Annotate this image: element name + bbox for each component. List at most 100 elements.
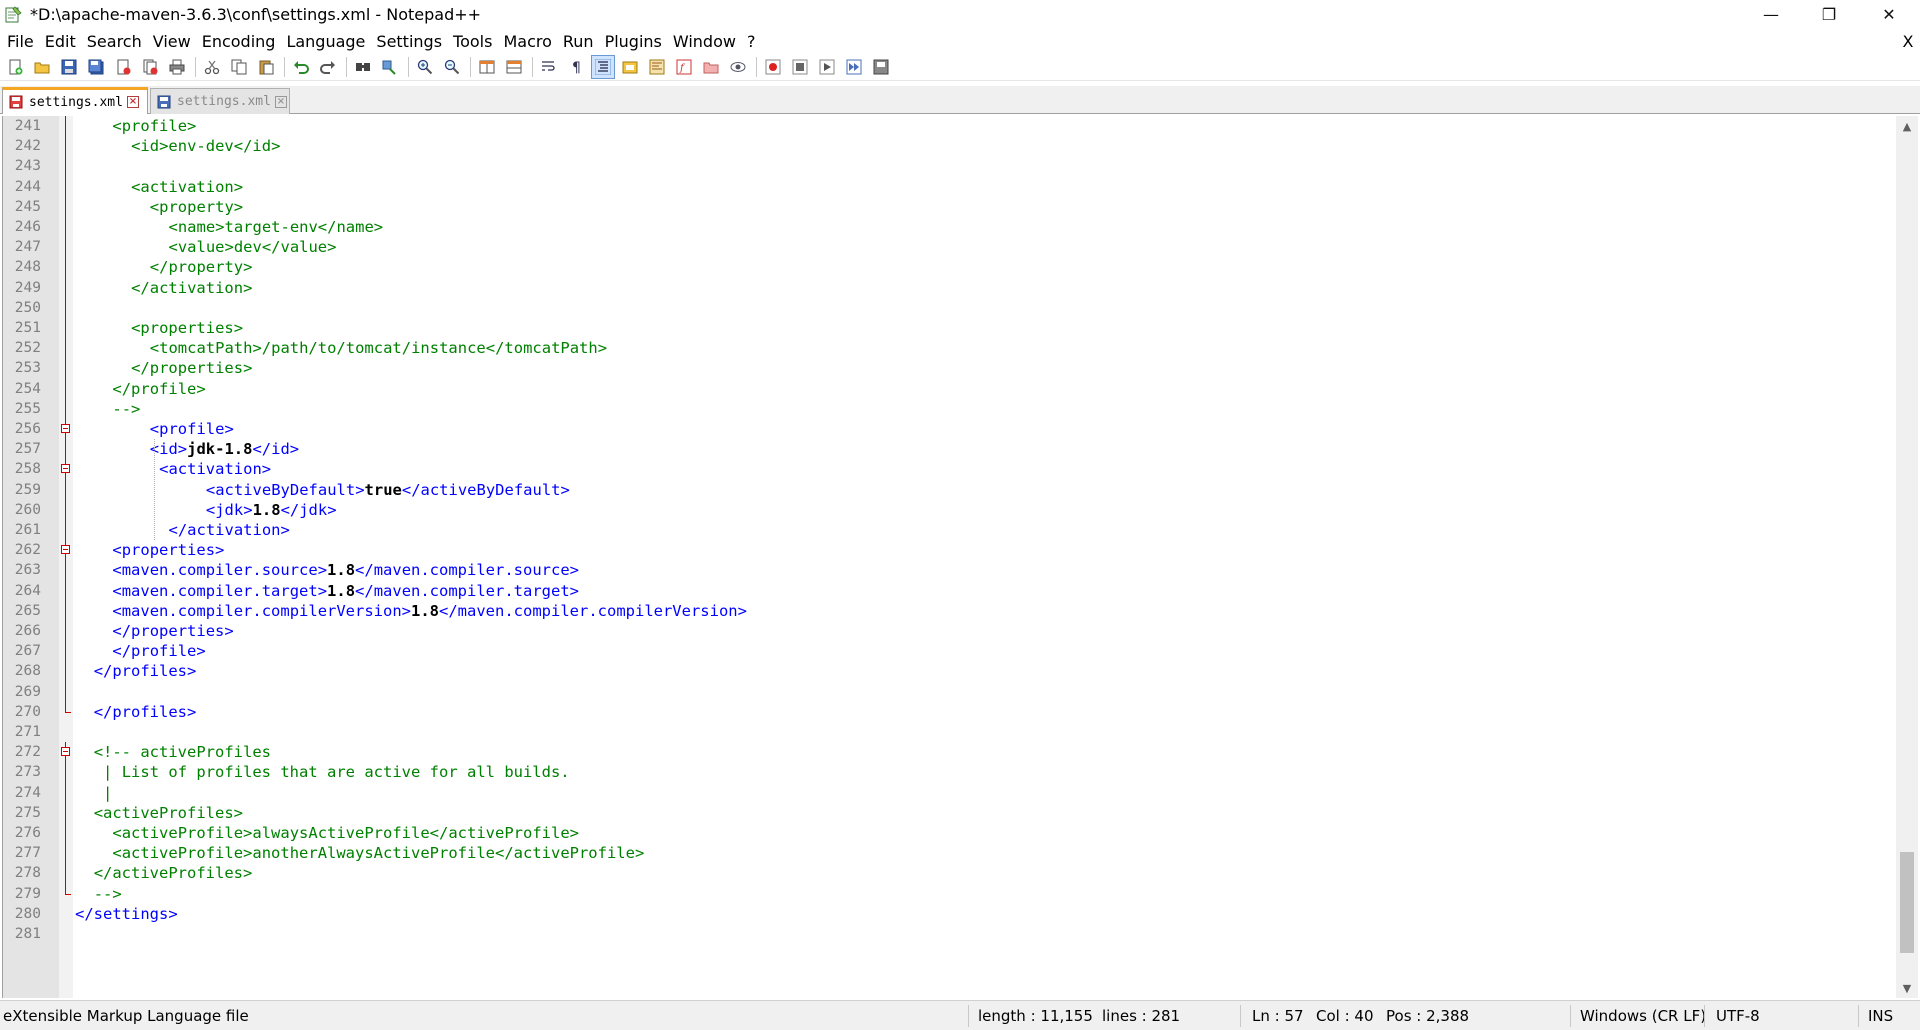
- code-line: <activeProfile>anotherAlwaysActiveProfil…: [112, 843, 644, 863]
- status-length: length : 11,155: [978, 1007, 1093, 1025]
- fold-toggle-icon[interactable]: [61, 464, 70, 474]
- vertical-scrollbar[interactable]: ▲ ▼: [1896, 116, 1918, 998]
- menu-window[interactable]: Window: [669, 32, 740, 51]
- menu-encoding[interactable]: Encoding: [198, 32, 280, 51]
- menu-file[interactable]: File: [3, 32, 38, 51]
- menu-settings[interactable]: Settings: [372, 32, 446, 51]
- line-number: 275: [14, 804, 41, 821]
- save-button[interactable]: [58, 56, 80, 78]
- redo-button[interactable]: [317, 56, 339, 78]
- line-number: 268: [14, 663, 41, 680]
- cut-button[interactable]: [201, 56, 223, 78]
- tab-close-icon[interactable]: ×: [274, 95, 287, 108]
- code-token: <tomcatPath>/path/to/tomcat/instance</to…: [149, 339, 608, 358]
- fold-toggle-icon[interactable]: [61, 747, 70, 757]
- tab-settings-xml-active[interactable]: settings.xml ×: [2, 87, 148, 114]
- stop-macro-button[interactable]: [789, 56, 811, 78]
- scroll-up-button[interactable]: ▲: [1896, 116, 1918, 136]
- code-token: </maven.compiler.target>: [355, 581, 579, 600]
- code-token: <activation>: [131, 177, 244, 196]
- code-token: </profile>: [112, 379, 206, 398]
- copy-icon: [231, 59, 247, 75]
- close-all-button[interactable]: [139, 56, 161, 78]
- undo-button[interactable]: [290, 56, 312, 78]
- fold-toggle-icon[interactable]: [61, 545, 70, 555]
- arrow-up-icon: ▲: [1902, 119, 1912, 133]
- play-macro-button[interactable]: [816, 56, 838, 78]
- find-icon: [355, 59, 371, 75]
- folder-workspace-button[interactable]: [700, 56, 722, 78]
- status-pos: Pos : 2,388: [1386, 1007, 1470, 1025]
- run-macro-multiple-button[interactable]: [843, 56, 865, 78]
- copy-button[interactable]: [228, 56, 250, 78]
- maximize-button[interactable]: ❐: [1806, 0, 1852, 29]
- status-divider: [1704, 1005, 1705, 1027]
- code-token: <maven.compiler.source>: [112, 561, 328, 580]
- menu-language[interactable]: Language: [282, 32, 369, 51]
- record-macro-button[interactable]: [762, 56, 784, 78]
- tab-settings-xml-inactive[interactable]: settings.xml ×: [150, 88, 290, 114]
- menu-edit[interactable]: Edit: [41, 32, 80, 51]
- status-lines: lines : 281: [1102, 1007, 1181, 1025]
- editor-area[interactable]: 241 242 243 244 245 246 247 248 249 250 251 252 253 2…: [2, 116, 1900, 998]
- word-wrap-button[interactable]: [538, 56, 560, 78]
- zoom-out-button[interactable]: [441, 56, 463, 78]
- doc-map-icon: [649, 59, 665, 75]
- menu-tools[interactable]: Tools: [449, 32, 496, 51]
- user-lang-icon: [622, 59, 638, 75]
- new-file-button[interactable]: [4, 56, 26, 78]
- status-eol: Windows (CR LF): [1580, 1007, 1707, 1025]
- arrow-down-icon: ▼: [1902, 981, 1912, 995]
- minimize-button[interactable]: —: [1748, 0, 1794, 29]
- close-window-button[interactable]: ✕: [1866, 0, 1912, 29]
- close-document-button[interactable]: X: [1898, 29, 1918, 53]
- line-number: 252: [14, 340, 41, 357]
- zoom-in-button[interactable]: [414, 56, 436, 78]
- code-token: </activation>: [168, 521, 290, 539]
- code-text[interactable]: <profile> <id>env-dev</id> <activation> <pr…: [73, 116, 1873, 998]
- fold-guide: [65, 116, 66, 712]
- menu-help[interactable]: ?: [743, 32, 760, 51]
- status-divider: [1570, 1005, 1571, 1027]
- menu-macro[interactable]: Macro: [499, 32, 555, 51]
- fold-margin[interactable]: [59, 116, 73, 998]
- fold-toggle-icon[interactable]: [61, 424, 70, 433]
- menu-view[interactable]: View: [149, 32, 195, 51]
- fold-guide: [65, 742, 66, 894]
- monitor-button[interactable]: [727, 56, 749, 78]
- paste-button[interactable]: [255, 56, 277, 78]
- scroll-down-button[interactable]: ▼: [1896, 978, 1918, 998]
- code-line: <activeByDefault>true</activeByDefault>: [206, 480, 570, 500]
- code-token: </profile>: [112, 642, 206, 661]
- print-icon: [169, 59, 185, 75]
- fold-end-marker: [65, 893, 71, 895]
- code-token: </property>: [149, 258, 253, 277]
- user-lang-button[interactable]: [619, 56, 641, 78]
- show-all-chars-button[interactable]: ¶: [565, 56, 587, 78]
- sync-vertical-button[interactable]: [476, 56, 498, 78]
- find-button[interactable]: [352, 56, 374, 78]
- tab-close-icon[interactable]: ×: [126, 96, 139, 108]
- status-bar: eXtensible Markup Language file length :…: [0, 1000, 1920, 1030]
- menu-search[interactable]: Search: [83, 32, 146, 51]
- scroll-thumb[interactable]: [1900, 851, 1914, 953]
- open-file-button[interactable]: [31, 56, 53, 78]
- code-token: </properties>: [131, 359, 253, 378]
- code-line: </activation>: [131, 278, 252, 298]
- function-list-button[interactable]: f: [673, 56, 695, 78]
- close-button[interactable]: [112, 56, 134, 78]
- print-button[interactable]: [166, 56, 188, 78]
- status-file-type: eXtensible Markup Language file: [3, 1007, 249, 1025]
- save-macro-button[interactable]: [870, 56, 892, 78]
- sync-horizontal-button[interactable]: [503, 56, 525, 78]
- indent-guide-button[interactable]: [591, 55, 615, 79]
- menu-run[interactable]: Run: [559, 32, 598, 51]
- doc-map-button[interactable]: [646, 56, 668, 78]
- save-all-button[interactable]: [85, 56, 107, 78]
- zoom-in-icon: [417, 59, 433, 75]
- code-token: </settings>: [75, 904, 178, 923]
- minimize-icon: —: [1763, 5, 1779, 24]
- menu-plugins[interactable]: Plugins: [601, 32, 666, 51]
- code-line: <maven.compiler.target>1.8</maven.compil…: [112, 581, 579, 601]
- replace-button[interactable]: [379, 56, 401, 78]
